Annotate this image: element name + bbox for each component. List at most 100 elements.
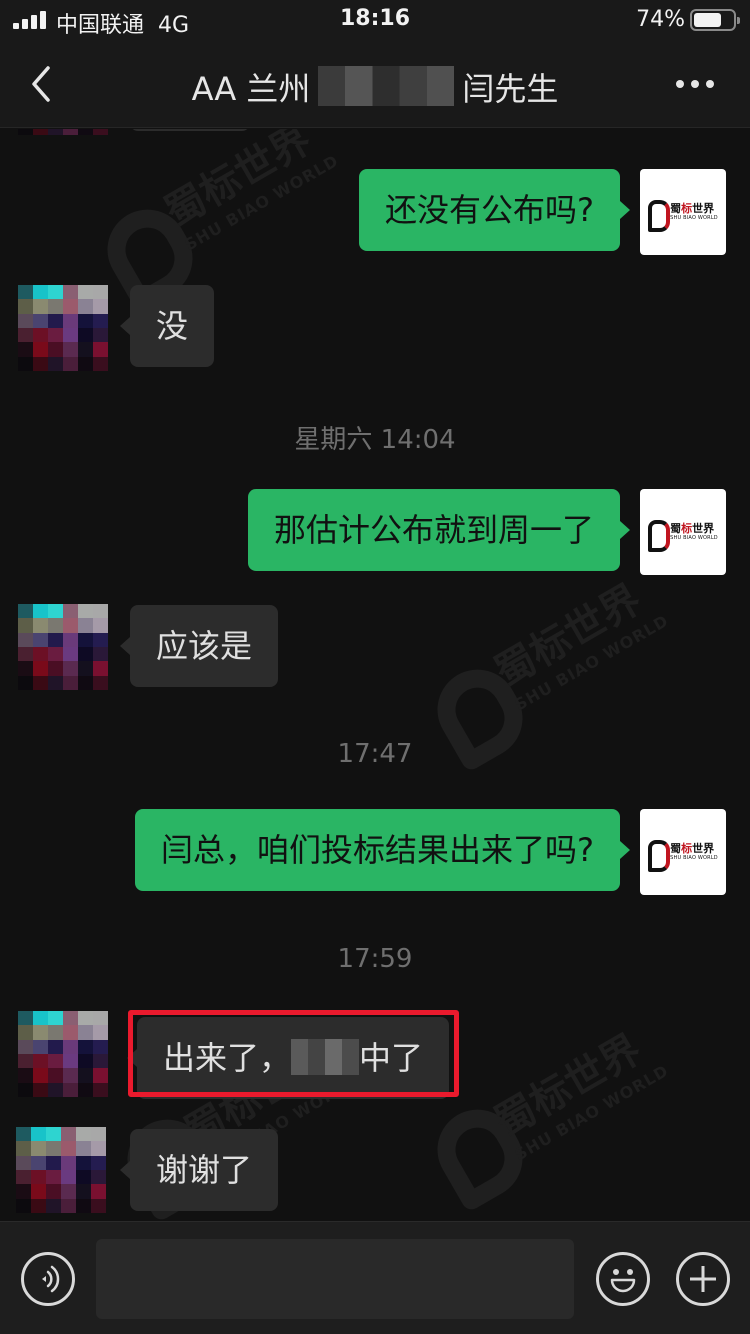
avatar-pixel	[93, 285, 108, 300]
avatar-pixel	[46, 1155, 61, 1170]
avatar-pixel	[76, 1155, 91, 1170]
avatar-pixel	[46, 1141, 61, 1156]
avatar-pixel	[33, 1053, 48, 1069]
avatar-pixel	[61, 1198, 76, 1213]
avatar-pixel	[63, 661, 78, 676]
avatar-pixel	[76, 1127, 91, 1142]
avatar-pixel	[33, 129, 48, 135]
avatar-pixel	[16, 1141, 31, 1156]
avatar-pixel	[16, 1169, 31, 1185]
avatar-pixel	[63, 632, 78, 647]
message-bubble-incoming[interactable]: 没	[119, 285, 215, 367]
avatar-pixel	[93, 356, 108, 371]
more-features-button[interactable]	[676, 1252, 730, 1306]
self-avatar[interactable]: 蜀标世界 SHU BIAO WORLD	[640, 809, 726, 895]
avatar-pixel	[61, 1169, 76, 1185]
avatar-pixel	[91, 1155, 106, 1170]
self-avatar[interactable]: 蜀标世界 SHU BIAO WORLD	[640, 169, 726, 255]
avatar-pixel	[61, 1155, 76, 1170]
avatar-pixel	[33, 646, 48, 662]
avatar-pixel	[78, 661, 93, 676]
avatar-pixel	[91, 1184, 106, 1199]
avatar-pixel	[33, 675, 48, 690]
avatar-pixel	[91, 1141, 106, 1156]
avatar-pixel	[33, 342, 48, 357]
avatar-pixel	[48, 618, 63, 633]
avatar-pixel	[93, 313, 108, 328]
avatar-pixel	[33, 313, 48, 328]
avatar-pixel	[48, 661, 63, 676]
more-button[interactable]	[676, 72, 720, 96]
self-avatar[interactable]: 蜀标世界 SHU BIAO WORLD	[640, 489, 726, 575]
avatar-pixel	[31, 1198, 46, 1213]
avatar-pixel	[18, 1068, 33, 1083]
more-dots-icon	[676, 80, 684, 88]
message-bubble-outgoing[interactable]: 闫总，咱们投标结果出来了吗?	[135, 809, 630, 891]
message-bubble-partial	[130, 129, 250, 131]
avatar-pixel	[63, 129, 78, 135]
message-bubble-incoming[interactable]: 谢谢了	[119, 1129, 279, 1211]
emoji-button[interactable]	[596, 1252, 650, 1306]
avatar-pixel	[48, 1011, 63, 1026]
message-bubble-incoming[interactable]: 应该是	[119, 605, 279, 687]
contact-avatar[interactable]	[18, 285, 108, 371]
message-bubble-incoming-highlighted[interactable]: 出来了， 中了	[126, 1017, 450, 1099]
avatar-pixel	[78, 1068, 93, 1083]
contact-avatar[interactable]	[16, 1127, 106, 1213]
avatar-pixel	[78, 646, 93, 662]
avatar-pixel	[93, 1039, 108, 1054]
avatar-pixel	[93, 129, 108, 135]
contact-avatar[interactable]	[18, 604, 108, 690]
avatar-pixel	[91, 1169, 106, 1185]
avatar-pixel	[18, 1025, 33, 1040]
avatar-pixel	[63, 1053, 78, 1069]
avatar-pixel	[48, 1082, 63, 1097]
avatar-pixel	[33, 299, 48, 314]
message-text: 中了	[359, 1039, 424, 1077]
avatar-pixel	[18, 1039, 33, 1054]
avatar-pixel	[63, 646, 78, 662]
voice-button[interactable]	[21, 1252, 75, 1306]
emoji-icon	[610, 1269, 636, 1293]
contact-avatar[interactable]	[18, 129, 108, 135]
avatar-pixel	[48, 1039, 63, 1054]
battery-icon	[690, 9, 740, 31]
avatar-pixel	[93, 1053, 108, 1069]
message-bubble-outgoing[interactable]: 那估计公布就到周一了	[247, 489, 631, 571]
avatar-pixel	[31, 1184, 46, 1199]
avatar-pixel	[16, 1184, 31, 1199]
avatar-pixel	[31, 1169, 46, 1185]
avatar-pixel	[18, 313, 33, 328]
avatar-pixel	[93, 618, 108, 633]
avatar-pixel	[63, 327, 78, 343]
avatar-pixel	[48, 604, 63, 619]
avatar-pixel	[93, 675, 108, 690]
avatar-pixel	[18, 1011, 33, 1026]
message-bubble-outgoing[interactable]: 还没有公布吗?	[359, 169, 630, 251]
avatar-pixel	[78, 299, 93, 314]
avatar-pixel	[61, 1127, 76, 1142]
avatar-pixel	[18, 646, 33, 662]
avatar-pixel	[33, 1011, 48, 1026]
watermark-logo-icon	[422, 1095, 538, 1213]
avatar-pixel	[78, 1053, 93, 1069]
message-input[interactable]	[96, 1239, 574, 1319]
avatar-pixel	[48, 342, 63, 357]
avatar-pixel	[46, 1184, 61, 1199]
battery-fill	[694, 13, 722, 27]
watermark: 蜀标世界SHU BIAO WORLD	[486, 575, 672, 715]
avatar-pixel	[18, 299, 33, 314]
contact-avatar[interactable]	[18, 1011, 108, 1097]
timestamp: 17:59	[337, 944, 413, 974]
avatar-pixel	[31, 1155, 46, 1170]
avatar-pixel	[18, 661, 33, 676]
avatar-pixel	[18, 1082, 33, 1097]
watermark: 蜀标世界SHU BIAO WORLD	[156, 129, 342, 255]
avatar-pixel	[63, 285, 78, 300]
avatar-pixel	[48, 356, 63, 371]
avatar-pixel	[48, 675, 63, 690]
avatar-pixel	[46, 1198, 61, 1213]
avatar-pixel	[33, 285, 48, 300]
chat-header: AA 兰州 闫先生	[0, 40, 750, 128]
message-list[interactable]: 蜀标世界SHU BIAO WORLD 蜀标世界SHU BIAO WORLD 蜀标…	[0, 129, 750, 1221]
